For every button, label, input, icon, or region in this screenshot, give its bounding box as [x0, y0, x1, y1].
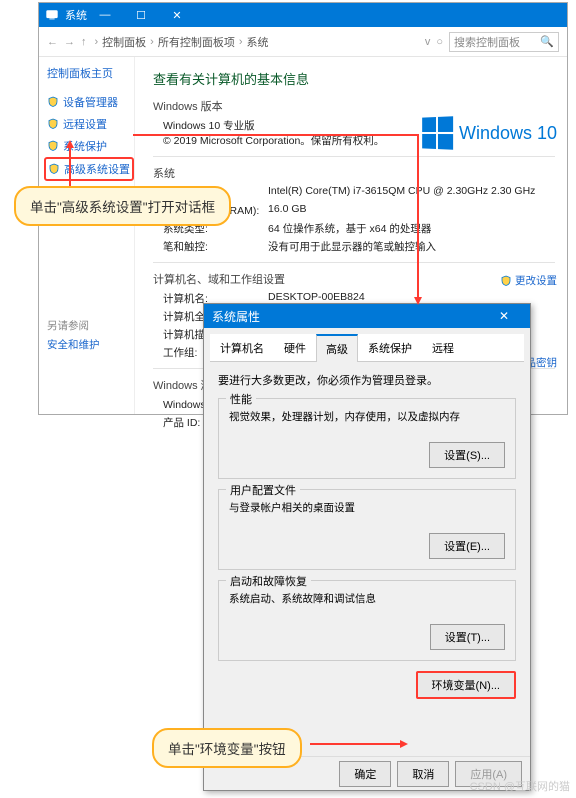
dialog-body: 要进行大多数更改，你必须作为管理员登录。 性能 视觉效果，处理器计划，内存使用，…	[204, 362, 530, 756]
search-icon: 🔍	[540, 35, 554, 48]
sidebar-item-device-manager[interactable]: 设备管理器	[47, 91, 134, 113]
group-title: 用户配置文件	[226, 482, 300, 498]
section-name: 计算机名、域和工作组设置	[153, 271, 555, 287]
tab-advanced[interactable]: 高级	[316, 334, 358, 362]
shield-icon	[47, 96, 59, 108]
perf-settings-button[interactable]: 设置(S)...	[429, 442, 505, 468]
see-also-header: 另请参阅	[47, 318, 100, 333]
env-variables-button[interactable]: 环境变量(N)...	[416, 671, 516, 699]
tab-remote[interactable]: 远程	[422, 334, 464, 361]
shield-icon	[48, 163, 60, 175]
annotation-1: 单击"高级系统设置"打开对话框	[14, 186, 231, 226]
tab-hardware[interactable]: 硬件	[274, 334, 316, 361]
startup-settings-button[interactable]: 设置(T)...	[430, 624, 505, 650]
startup-desc: 系统启动、系统故障和调试信息	[229, 591, 505, 606]
cpu-value: Intel(R) Core(TM) i7-3615QM CPU @ 2.30GH…	[268, 185, 535, 200]
nav-up-icon[interactable]: ↑	[81, 36, 87, 48]
search-input[interactable]: 搜索控制面板 🔍	[449, 32, 559, 52]
titlebar: 系统 — ☐ ✕	[39, 3, 567, 27]
navbar: ← → ↑ › 控制面板 › 所有控制面板项 › 系统 v ○ 搜索控制面板 🔍	[39, 27, 567, 57]
sidebar-item-label: 设备管理器	[63, 94, 118, 110]
nav-forward-icon[interactable]: →	[64, 36, 75, 48]
window-title: 系统	[65, 7, 87, 23]
type-value: 64 位操作系统，基于 x64 的处理器	[268, 221, 431, 236]
minimize-button[interactable]: —	[87, 3, 123, 27]
shield-icon	[47, 140, 59, 152]
group-profiles: 用户配置文件 与登录帐户相关的桌面设置 设置(E)...	[218, 489, 516, 570]
ram-value: 16.0 GB	[268, 203, 307, 218]
tabs: 计算机名 硬件 高级 系统保护 远程	[210, 334, 524, 362]
sidebar: 控制面板主页 设备管理器 远程设置 系统保护 高级系统设置	[39, 57, 135, 414]
page-title: 查看有关计算机的基本信息	[153, 69, 555, 88]
group-performance: 性能 视觉效果，处理器计划，内存使用，以及虚拟内存 设置(S)...	[218, 398, 516, 479]
pen-value: 没有可用于此显示器的笔或触控输入	[268, 239, 436, 254]
section-version: Windows 版本	[153, 98, 555, 114]
windows-logo-text: Windows 10	[459, 123, 557, 144]
sidebar-item-protection[interactable]: 系统保护	[47, 135, 134, 157]
windows-logo: Windows 10	[421, 117, 557, 149]
system-icon	[45, 8, 59, 22]
sidebar-item-label: 高级系统设置	[64, 161, 130, 177]
shield-icon	[47, 118, 59, 130]
profile-desc: 与登录帐户相关的桌面设置	[229, 500, 505, 515]
breadcrumb[interactable]: › 控制面板 › 所有控制面板项 › 系统	[95, 34, 419, 50]
dialog-title: 系统属性	[212, 308, 260, 325]
pen-label: 笔和触控:	[163, 239, 268, 254]
tab-protection[interactable]: 系统保护	[358, 334, 422, 361]
group-startup: 启动和故障恢复 系统启动、系统故障和调试信息 设置(T)...	[218, 580, 516, 661]
system-properties-dialog: 系统属性 ✕ 计算机名 硬件 高级 系统保护 远程 要进行大多数更改，你必须作为…	[203, 303, 531, 791]
sidebar-item-label: 系统保护	[63, 138, 107, 154]
maximize-button[interactable]: ☐	[123, 3, 159, 27]
shield-icon	[500, 275, 512, 287]
close-button[interactable]: ✕	[159, 3, 195, 27]
cancel-button[interactable]: 取消	[397, 761, 449, 787]
watermark: CSDN @互联网的猫	[470, 778, 570, 794]
group-title: 启动和故障恢复	[226, 573, 311, 589]
tab-computer-name[interactable]: 计算机名	[210, 334, 274, 361]
bc-item[interactable]: 所有控制面板项	[158, 34, 235, 50]
perf-desc: 视觉效果，处理器计划，内存使用，以及虚拟内存	[229, 409, 505, 424]
profile-settings-button[interactable]: 设置(E)...	[429, 533, 505, 559]
window-controls: — ☐ ✕	[87, 3, 195, 27]
ok-button[interactable]: 确定	[339, 761, 391, 787]
sidebar-item-label: 远程设置	[63, 116, 107, 132]
search-placeholder: 搜索控制面板	[454, 34, 520, 50]
see-also: 另请参阅 安全和维护	[47, 318, 100, 352]
sidebar-item-advanced[interactable]: 高级系统设置	[44, 157, 134, 181]
bc-item[interactable]: 控制面板	[102, 34, 146, 50]
see-also-link[interactable]: 安全和维护	[47, 337, 100, 352]
dialog-close-button[interactable]: ✕	[486, 309, 522, 323]
bc-item[interactable]: 系统	[247, 34, 269, 50]
dialog-titlebar: 系统属性 ✕	[204, 304, 530, 328]
sidebar-item-remote[interactable]: 远程设置	[47, 113, 134, 135]
dialog-intro: 要进行大多数更改，你必须作为管理员登录。	[218, 372, 516, 388]
nav-back-icon[interactable]: ←	[47, 36, 58, 48]
annotation-2: 单击"环境变量"按钮	[152, 728, 302, 768]
sidebar-header[interactable]: 控制面板主页	[47, 65, 134, 81]
windows-logo-icon	[422, 116, 453, 149]
group-title: 性能	[226, 391, 256, 407]
change-settings-link[interactable]: 更改设置	[500, 273, 557, 288]
section-system: 系统	[153, 165, 555, 181]
